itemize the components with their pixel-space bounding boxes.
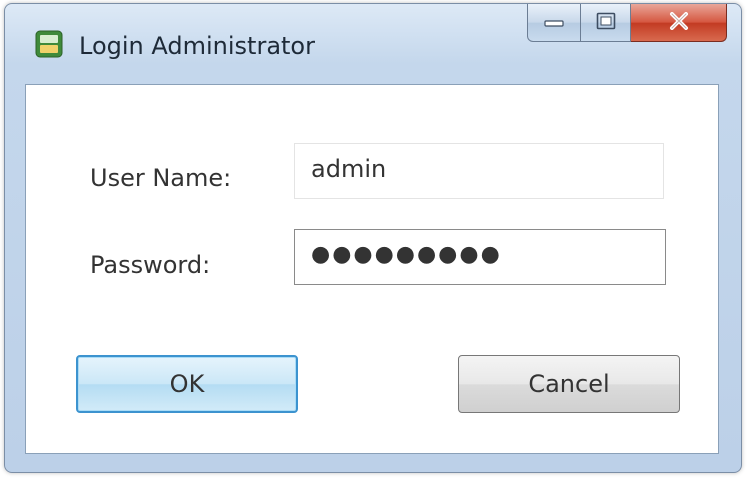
password-label: Password: — [90, 251, 211, 279]
username-input[interactable]: admin — [294, 143, 664, 199]
minimize-button[interactable] — [527, 4, 581, 42]
maximize-button[interactable] — [581, 4, 631, 42]
cancel-button[interactable]: Cancel — [458, 355, 680, 413]
username-label: User Name: — [90, 164, 232, 192]
app-window-icon — [35, 30, 63, 58]
close-button[interactable] — [631, 4, 727, 42]
close-icon — [668, 11, 690, 34]
login-dialog-window: Login Administrator User Name: admin Pas… — [4, 3, 742, 473]
dialog-body: User Name: admin Password: ●●●●●●●●● OK … — [25, 84, 719, 454]
title-bar[interactable]: Login Administrator — [5, 4, 741, 86]
minimize-icon — [544, 13, 564, 32]
window-title: Login Administrator — [79, 32, 315, 60]
maximize-icon — [596, 12, 616, 34]
caption-buttons — [527, 4, 727, 44]
password-input[interactable]: ●●●●●●●●● — [294, 229, 666, 285]
ok-button[interactable]: OK — [76, 355, 298, 413]
